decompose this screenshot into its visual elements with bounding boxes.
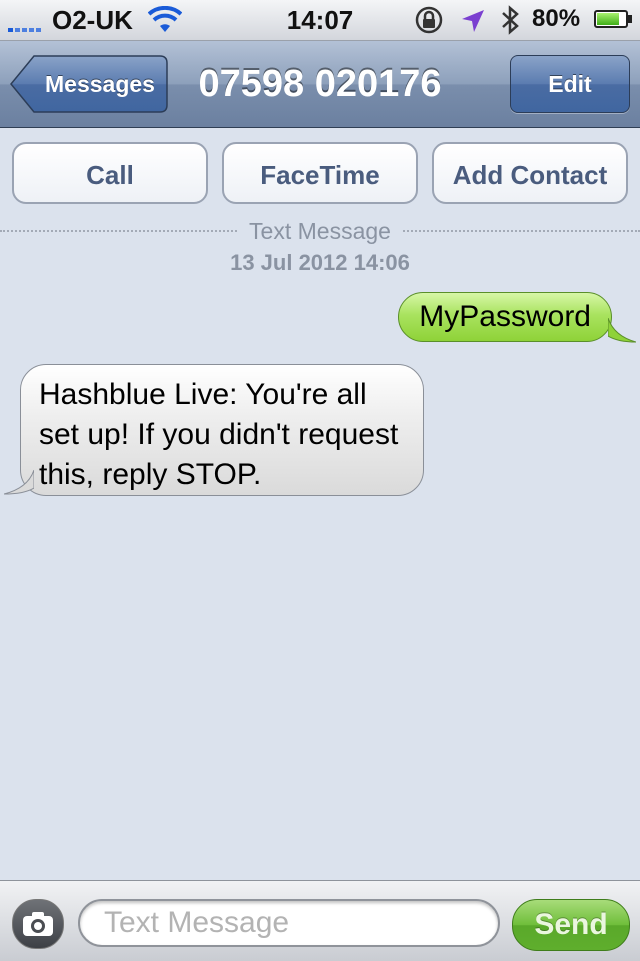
- contact-phone-title: 07598 020176: [198, 63, 442, 105]
- composer-bar: Text Message Send: [0, 880, 640, 961]
- received-message-bubble[interactable]: Hashblue Live: You're all set up! If you…: [20, 364, 424, 496]
- send-button[interactable]: Send: [512, 899, 630, 951]
- sent-bubble-tail: [608, 318, 636, 343]
- battery-percent: 80%: [532, 5, 581, 32]
- back-button-label: Messages: [45, 71, 155, 97]
- location-icon: [462, 10, 484, 32]
- message-type-text: Text Message: [239, 218, 401, 244]
- rotation-lock-icon: [415, 6, 443, 34]
- bluetooth-icon: [502, 5, 519, 35]
- camera-button[interactable]: [12, 899, 64, 949]
- sent-message-bubble[interactable]: MyPassword: [398, 292, 612, 342]
- facetime-button[interactable]: FaceTime: [222, 142, 418, 204]
- add-contact-button[interactable]: Add Contact: [432, 142, 628, 204]
- back-button[interactable]: Messages: [10, 55, 168, 113]
- call-button[interactable]: Call: [12, 142, 208, 204]
- nav-bar: Messages 07598 020176 Edit: [0, 41, 640, 128]
- status-bar: O2-UK 14:07 80%: [0, 0, 640, 41]
- camera-icon: [23, 912, 53, 936]
- battery-icon: [594, 10, 634, 30]
- received-bubble-tail: [4, 470, 34, 495]
- message-type-label: Text Message: [0, 218, 640, 245]
- message-input[interactable]: Text Message: [78, 899, 500, 947]
- edit-button[interactable]: Edit: [510, 55, 630, 113]
- message-timestamp: 13 Jul 2012 14:06: [230, 250, 410, 275]
